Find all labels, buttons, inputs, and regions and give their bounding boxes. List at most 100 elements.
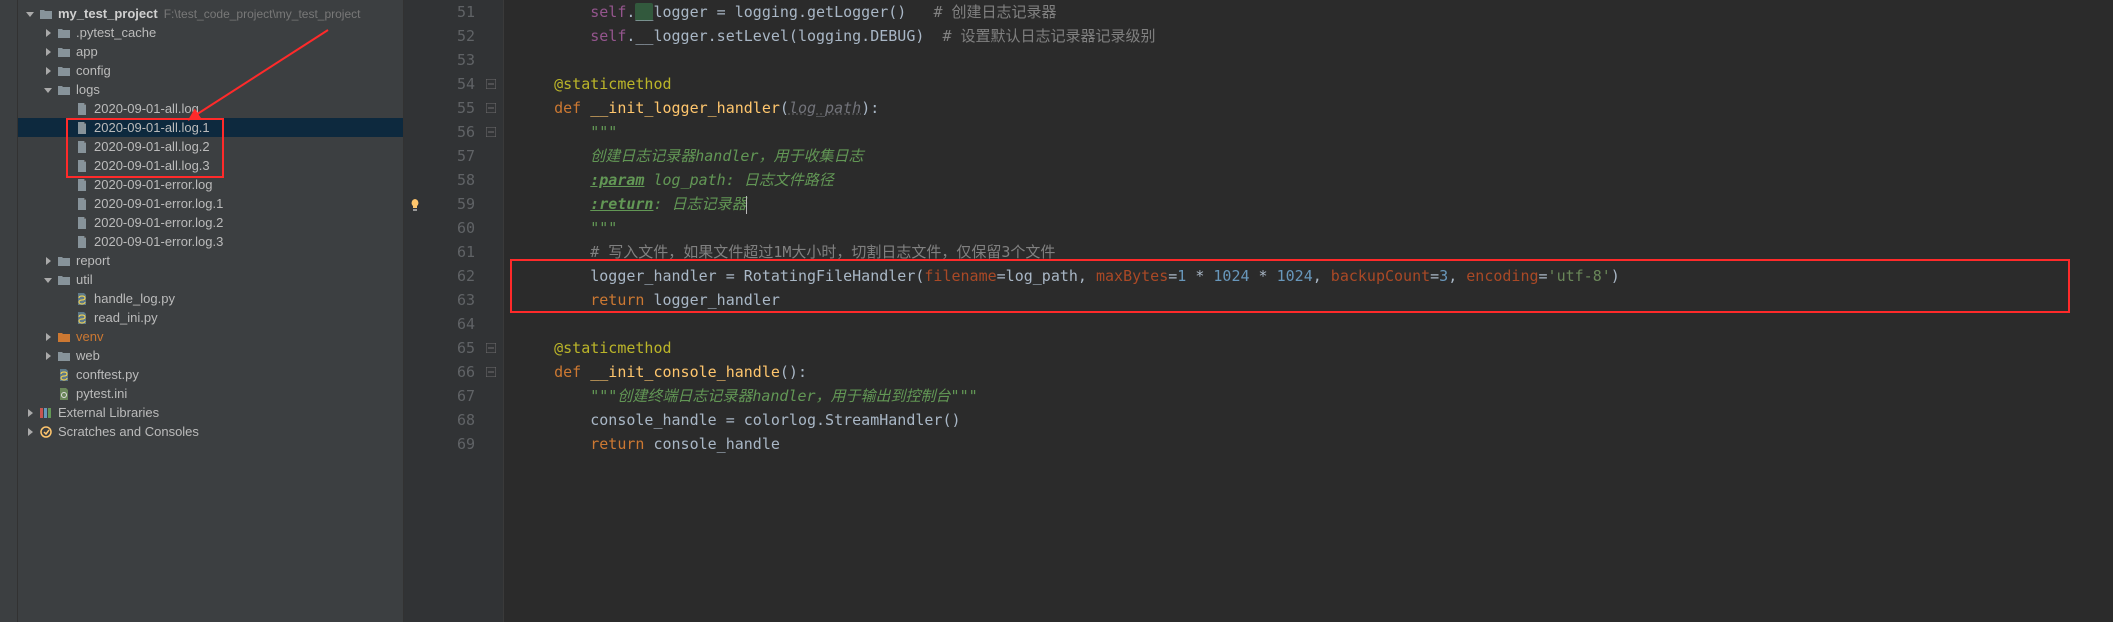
tree-item-label: web: [76, 348, 100, 363]
fold-toggle-icon[interactable]: [485, 102, 497, 114]
chevron-right-icon[interactable]: [24, 407, 36, 419]
chevron-right-icon[interactable]: [24, 426, 36, 438]
line-number[interactable]: 53: [404, 48, 475, 72]
gutter[interactable]: 51525354555657585960616263646566676869: [404, 0, 504, 622]
code-line[interactable]: :return: 日志记录器: [518, 192, 2113, 216]
tree-item[interactable]: .pytest_cache: [18, 23, 403, 42]
tree-item[interactable]: 2020-09-01-all.log.1: [18, 118, 403, 137]
py-icon: [74, 291, 90, 307]
line-number[interactable]: 58: [404, 168, 475, 192]
code-line[interactable]: """: [518, 120, 2113, 144]
code-line[interactable]: @staticmethod: [518, 336, 2113, 360]
tree-item[interactable]: 2020-09-01-error.log.3: [18, 232, 403, 251]
code-editor[interactable]: 51525354555657585960616263646566676869 s…: [404, 0, 2113, 622]
chevron-down-icon[interactable]: [42, 274, 54, 286]
tree-item-label: handle_log.py: [94, 291, 175, 306]
tree-item[interactable]: read_ini.py: [18, 308, 403, 327]
code-area[interactable]: self.__logger = logging.getLogger() # 创建…: [504, 0, 2113, 622]
line-number[interactable]: 68: [404, 408, 475, 432]
chevron-right-icon[interactable]: [42, 255, 54, 267]
code-line[interactable]: """创建终端日志记录器handler，用于输出到控制台""": [518, 384, 2113, 408]
fold-toggle-icon[interactable]: [485, 78, 497, 90]
chevron-down-icon[interactable]: [24, 8, 36, 20]
line-number[interactable]: 57: [404, 144, 475, 168]
tree-item[interactable]: pytest.ini: [18, 384, 403, 403]
project-tree[interactable]: my_test_project F:\test_code_project\my_…: [18, 0, 404, 622]
intention-bulb-icon[interactable]: [408, 195, 422, 219]
scratches-consoles[interactable]: Scratches and Consoles: [18, 422, 403, 441]
chevron-right-icon[interactable]: [42, 65, 54, 77]
line-number[interactable]: 54: [404, 72, 475, 96]
file-icon: [74, 158, 90, 174]
tree-item[interactable]: 2020-09-01-all.log.2: [18, 137, 403, 156]
code-line[interactable]: 创建日志记录器handler，用于收集日志: [518, 144, 2113, 168]
code-line[interactable]: self.__logger.setLevel(logging.DEBUG) # …: [518, 24, 2113, 48]
tree-item[interactable]: app: [18, 42, 403, 61]
line-number[interactable]: 66: [404, 360, 475, 384]
code-line[interactable]: self.__logger = logging.getLogger() # 创建…: [518, 0, 2113, 24]
line-number[interactable]: 67: [404, 384, 475, 408]
root-path: F:\test_code_project\my_test_project: [164, 7, 361, 21]
line-number[interactable]: 62: [404, 264, 475, 288]
code-line[interactable]: return console_handle: [518, 432, 2113, 456]
code-line[interactable]: logger_handler = RotatingFileHandler(fil…: [518, 264, 2113, 288]
tree-item[interactable]: 2020-09-01-all.log.3: [18, 156, 403, 175]
tree-item-label: report: [76, 253, 110, 268]
tree-item[interactable]: web: [18, 346, 403, 365]
line-number[interactable]: 69: [404, 432, 475, 456]
external-libraries[interactable]: External Libraries: [18, 403, 403, 422]
tree-item[interactable]: 2020-09-01-error.log: [18, 175, 403, 194]
spacer: [60, 141, 72, 153]
line-number[interactable]: 55: [404, 96, 475, 120]
code-line[interactable]: return logger_handler: [518, 288, 2113, 312]
tree-item-label: 2020-09-01-error.log.3: [94, 234, 223, 249]
chevron-down-icon[interactable]: [42, 84, 54, 96]
line-number[interactable]: 64: [404, 312, 475, 336]
chevron-right-icon[interactable]: [42, 350, 54, 362]
line-number[interactable]: 56: [404, 120, 475, 144]
tree-item[interactable]: 2020-09-01-error.log.1: [18, 194, 403, 213]
code-line[interactable]: def __init_logger_handler(log_path):: [518, 96, 2113, 120]
line-number[interactable]: 63: [404, 288, 475, 312]
code-line[interactable]: @staticmethod: [518, 72, 2113, 96]
file-icon: [74, 101, 90, 117]
tree-item[interactable]: logs: [18, 80, 403, 99]
line-number[interactable]: 61: [404, 240, 475, 264]
chevron-right-icon[interactable]: [42, 331, 54, 343]
code-line[interactable]: """: [518, 216, 2113, 240]
scratch-icon: [38, 424, 54, 440]
code-line[interactable]: # 写入文件，如果文件超过1M大小时，切割日志文件，仅保留3个文件: [518, 240, 2113, 264]
tree-item-label: read_ini.py: [94, 310, 158, 325]
tree-item[interactable]: 2020-09-01-error.log.2: [18, 213, 403, 232]
code-line[interactable]: console_handle = colorlog.StreamHandler(…: [518, 408, 2113, 432]
tree-item-label: 2020-09-01-all.log.3: [94, 158, 210, 173]
code-line[interactable]: :param log_path: 日志文件路径: [518, 168, 2113, 192]
fold-toggle-icon[interactable]: [485, 126, 497, 138]
code-line[interactable]: [518, 48, 2113, 72]
tree-root[interactable]: my_test_project F:\test_code_project\my_…: [18, 4, 403, 23]
tree-item[interactable]: handle_log.py: [18, 289, 403, 308]
line-number[interactable]: 51: [404, 0, 475, 24]
code-line[interactable]: [518, 312, 2113, 336]
tree-item[interactable]: venv: [18, 327, 403, 346]
tree-item[interactable]: report: [18, 251, 403, 270]
file-icon: [74, 139, 90, 155]
folder-icon: [56, 82, 72, 98]
line-number[interactable]: 65: [404, 336, 475, 360]
tool-window-stripe-left[interactable]: [0, 0, 18, 622]
chevron-right-icon[interactable]: [42, 27, 54, 39]
fold-toggle-icon[interactable]: [485, 342, 497, 354]
spacer: [60, 312, 72, 324]
chevron-right-icon[interactable]: [42, 46, 54, 58]
line-number[interactable]: 60: [404, 216, 475, 240]
tree-item[interactable]: 2020-09-01-all.log: [18, 99, 403, 118]
tree-item-label: 2020-09-01-error.log.2: [94, 215, 223, 230]
spacer: [60, 103, 72, 115]
line-number[interactable]: 52: [404, 24, 475, 48]
tree-item[interactable]: conftest.py: [18, 365, 403, 384]
folder-venv-icon: [56, 329, 72, 345]
code-line[interactable]: def __init_console_handle():: [518, 360, 2113, 384]
tree-item[interactable]: config: [18, 61, 403, 80]
tree-item[interactable]: util: [18, 270, 403, 289]
fold-toggle-icon[interactable]: [485, 366, 497, 378]
